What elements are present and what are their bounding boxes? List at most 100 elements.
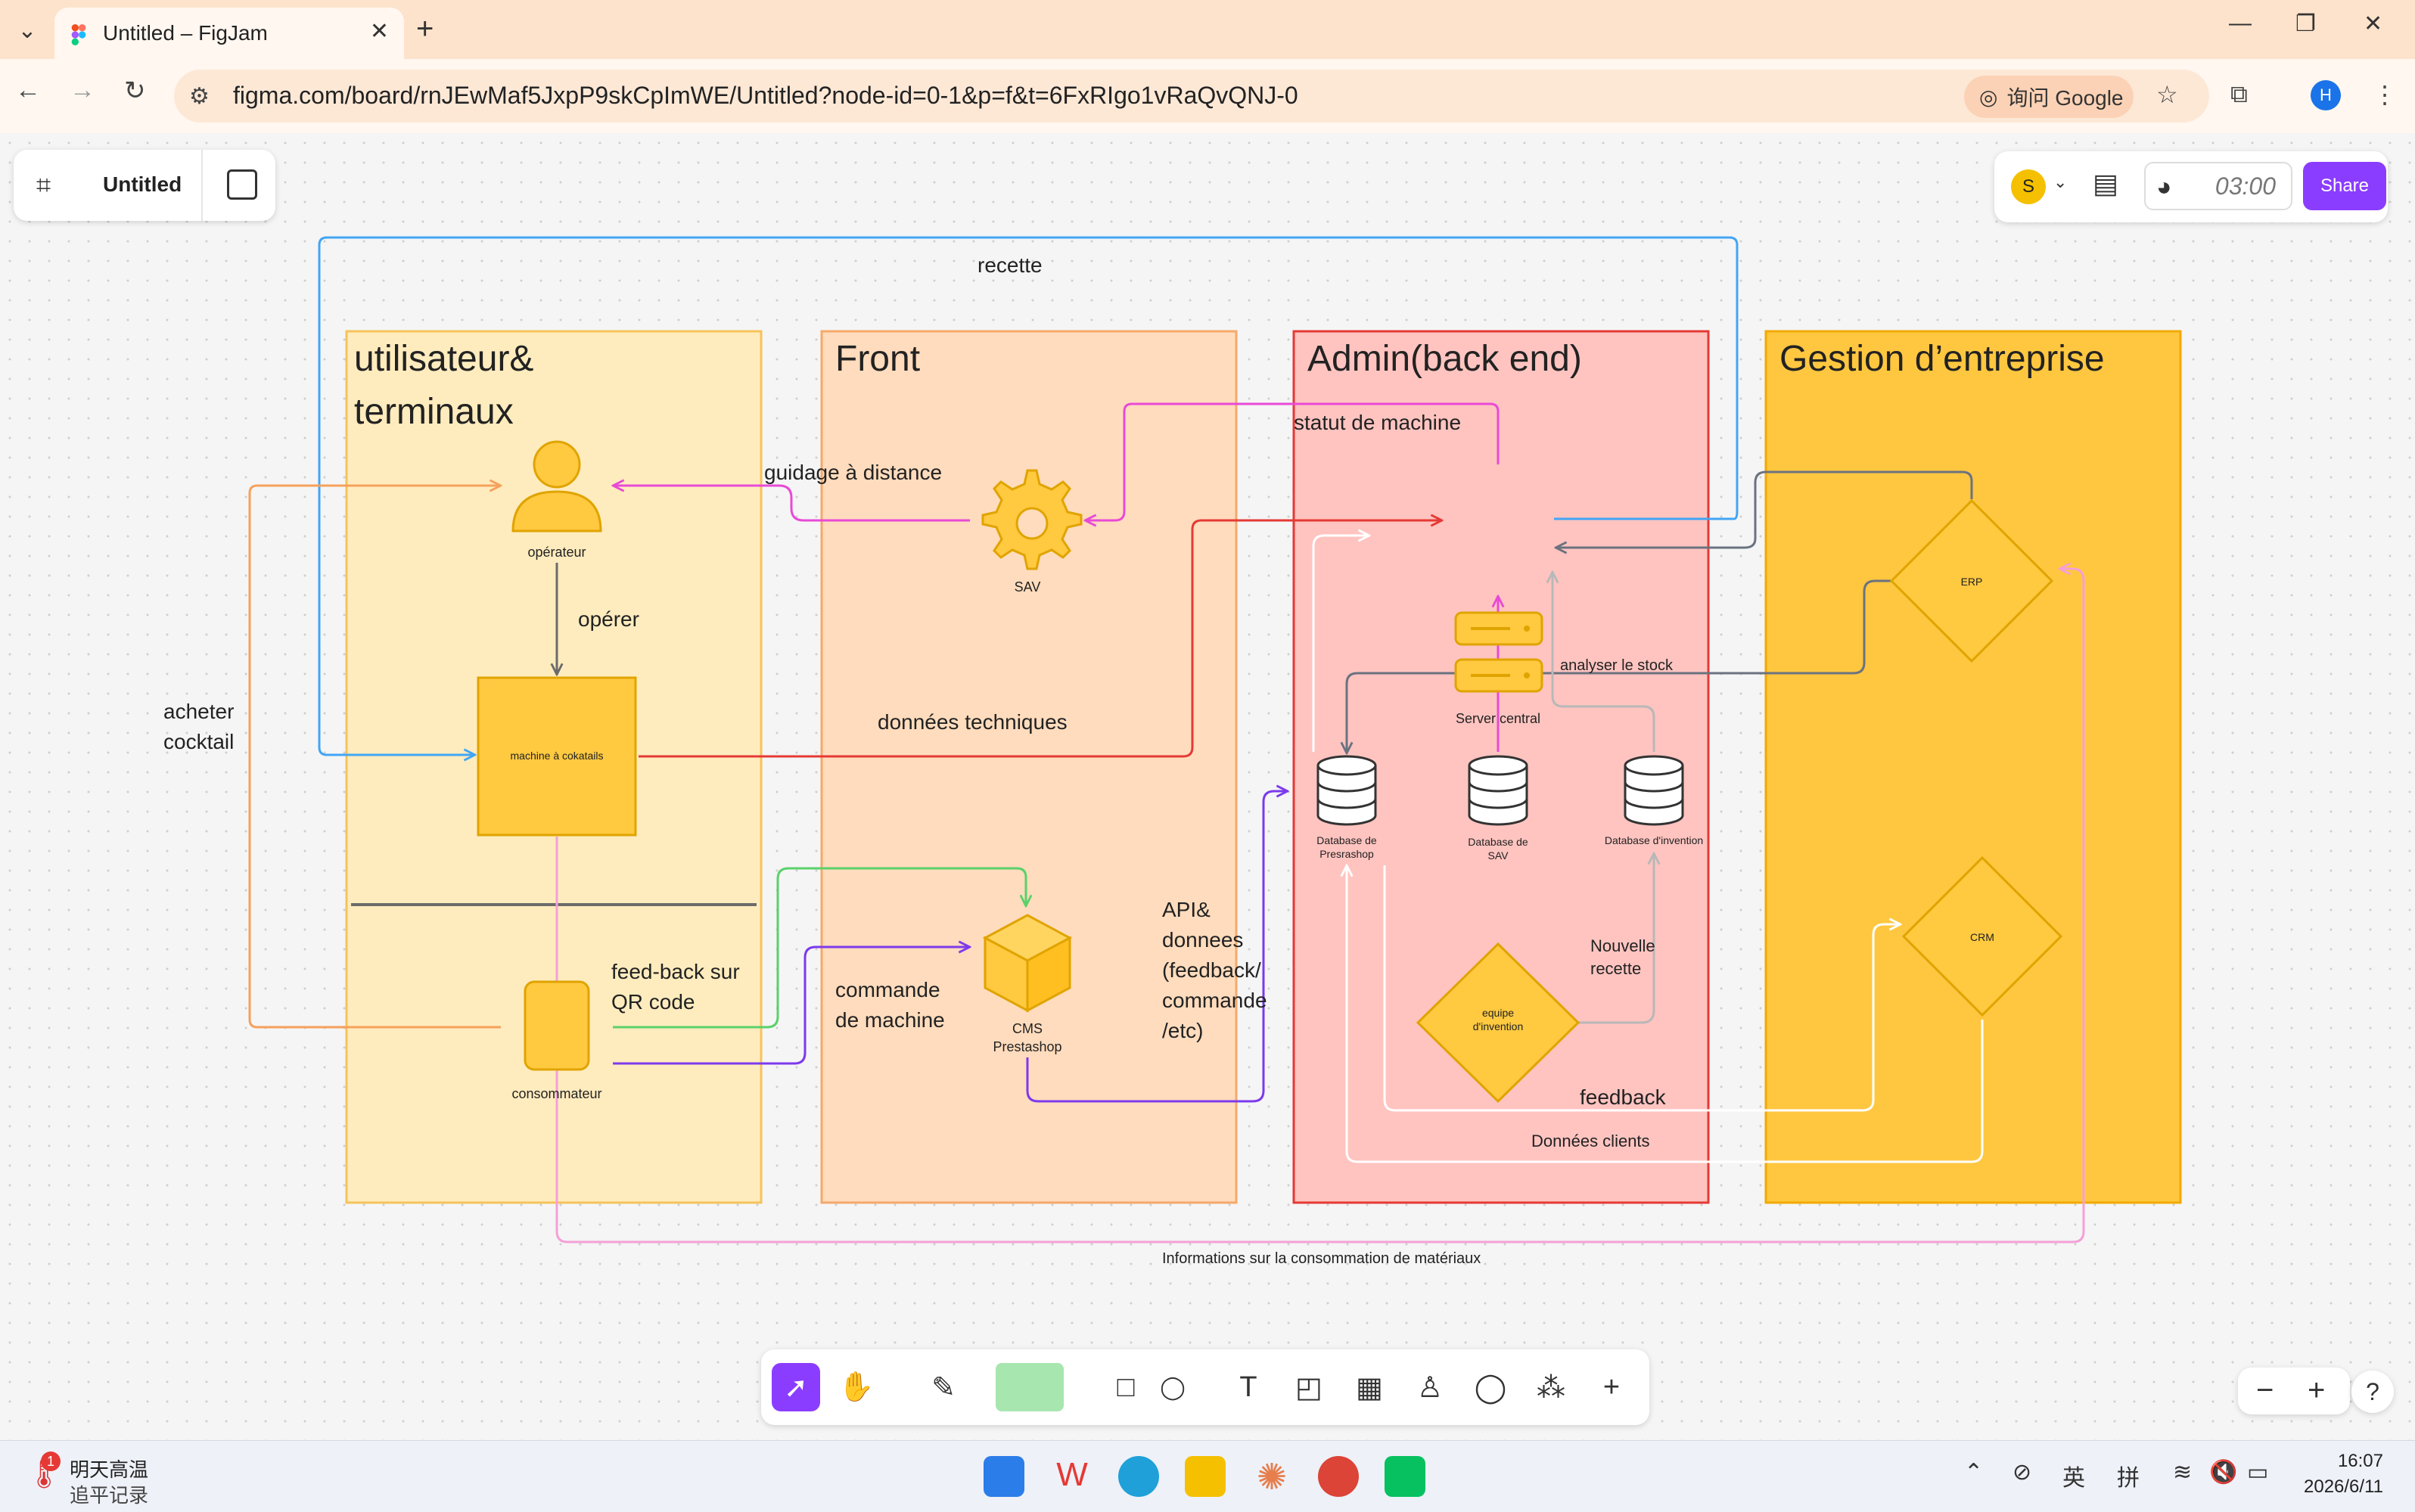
back-icon[interactable]: ← [15,76,41,105]
label-api-5: /etc) [1162,1019,1203,1042]
sav-gear-icon[interactable] [981,469,1083,570]
section-title-gestion: Gestion d’entreprise [1779,339,2105,379]
section-title-front: Front [835,339,920,379]
gear-hole [1015,507,1049,540]
zoom-out-icon[interactable]: − [2256,1374,2274,1408]
widgets-tool-icon[interactable]: ⁂ [1527,1363,1575,1411]
share-button[interactable]: Share [2303,162,2386,210]
volume-muted-icon[interactable]: 🔇 [2209,1459,2237,1486]
section-tool-icon[interactable]: ◰ [1285,1363,1333,1411]
stamp-tool-icon[interactable]: ♙ [1406,1363,1454,1411]
wps-icon[interactable]: W [1052,1456,1092,1497]
section-title-utilisateur: utilisateur& [354,339,533,379]
file-name[interactable]: Untitled [103,172,182,197]
tray-overflow-icon[interactable]: ⌃ [1964,1459,1983,1486]
label-operer: opérer [578,607,639,631]
label-cms-1: CMS [1012,1021,1043,1036]
panel-divider [201,150,203,221]
system-clock[interactable]: 16:07 2026/6/11 [2285,1448,2383,1500]
browser-tab[interactable]: Untitled – FigJam ✕ [54,8,404,59]
database-invention-icon[interactable] [1624,755,1684,826]
site-info-icon[interactable]: ⚙ [189,83,210,110]
comment-tool-icon[interactable]: ◯ [1466,1363,1515,1411]
reload-icon[interactable]: ↻ [124,76,146,106]
timer-display[interactable]: ◕ 03:00 [2144,162,2292,210]
timer-icon: ◕ [2156,172,2172,201]
claude-icon[interactable]: ✺ [1251,1456,1292,1498]
tab-close-icon[interactable]: ✕ [370,18,389,45]
ime-pinyin[interactable]: 拼 [2117,1459,2140,1492]
clock-date: 2026/6/11 [2304,1476,2383,1497]
bookmark-star-icon[interactable]: ☆ [2156,80,2178,109]
label-feedback-qr-2: QR code [611,990,695,1014]
label-guidage: guidage à distance [764,461,942,484]
database-sav-icon[interactable] [1468,755,1528,826]
text-tool-icon[interactable]: T [1224,1363,1273,1411]
sticky-note-tool-icon[interactable] [996,1363,1064,1411]
hand-tool-icon[interactable]: ✋ [832,1363,881,1411]
diagram-board: utilisateur& terminaux Front Admin(back … [163,236,2182,1267]
edge-icon[interactable] [1118,1456,1159,1497]
server-led-top [1524,626,1530,632]
marker-tool-icon[interactable]: ✎ [915,1363,971,1411]
label-feedback: feedback [1580,1085,1667,1109]
tray-app-icon[interactable]: ⊘ [2012,1459,2031,1486]
restore-icon[interactable]: ❐ [2295,11,2316,37]
db-top [1624,755,1684,776]
battery-icon[interactable]: ▭ [2247,1459,2268,1486]
zoom-in-icon[interactable]: + [2308,1374,2325,1408]
server-led-bottom [1524,672,1530,678]
window-close-icon[interactable]: ✕ [2364,11,2382,37]
label-statut: statut de machine [1294,411,1461,434]
shape-tool-icon[interactable]: □ [1102,1363,1150,1411]
label-consommateur: consommateur [511,1086,601,1101]
label-db-sav-2: SAV [1488,849,1509,862]
label-nouvelle-2: recette [1590,959,1641,978]
figjam-canvas[interactable]: utilisateur& terminaux Front Admin(back … [0,133,2415,1440]
help-icon[interactable]: ? [2351,1371,2394,1413]
label-donnees-techniques: données techniques [878,710,1068,734]
pages-icon[interactable] [227,169,257,200]
extensions-icon[interactable]: ⧉ [2230,80,2248,109]
url-text: figma.com/board/rnJEwMaf5JxpP9skCpImWE/U… [233,82,1298,109]
database-presta-icon[interactable] [1316,755,1377,826]
forward-icon[interactable]: → [70,76,95,105]
weather-badge: 1 [41,1451,61,1471]
wifi-icon[interactable]: ≋ [2173,1459,2192,1486]
avatar-dropdown-icon[interactable]: ⌄ [2053,172,2067,192]
weather-line-2: 追平记录 [70,1484,149,1507]
ask-google-button[interactable]: ◎ 询问 Google [1964,76,2134,118]
browser-menu-icon[interactable]: ⋮ [2373,80,2397,109]
chrome-icon[interactable] [1318,1456,1359,1497]
label-acheter: acheter [163,700,234,723]
label-server: Server central [1456,711,1540,726]
ask-google-label: 询问 Google [2006,86,2124,110]
new-tab-button[interactable]: + [416,12,434,46]
consommateur-node[interactable] [524,980,590,1071]
wechat-icon[interactable] [1385,1456,1425,1497]
collaborator-avatar[interactable]: S [2011,169,2046,204]
label-crm: CRM [1970,931,1994,943]
label-api-2: donnees [1162,928,1243,952]
bottom-toolbar: ➚ ✋ ✎ □ ◯ T ◰ ▦ ♙ ◯ ⁂ + [761,1349,1649,1425]
url-field[interactable]: ⚙ figma.com/board/rnJEwMaf5JxpP9skCpImWE… [174,70,2209,123]
more-tools-icon[interactable]: + [1587,1363,1636,1411]
minimize-icon[interactable]: — [2229,11,2252,36]
table-tool-icon[interactable]: ▦ [1345,1363,1394,1411]
file-info-panel: ⌗ Untitled [14,150,275,221]
move-tool-icon[interactable]: ➚ [772,1363,820,1411]
browser-tab-bar: ⌄ Untitled – FigJam ✕ + — ❐ ✕ [0,0,2415,59]
start-menu-icon[interactable] [984,1456,1024,1497]
section-gestion[interactable] [1764,330,2182,1204]
weather-line-1: 明天高温 [70,1458,149,1481]
label-cms-2: Prestashop [993,1039,1061,1054]
ime-english[interactable]: 英 [2062,1459,2085,1492]
layout-icon[interactable]: ▤ [2093,168,2118,200]
connector-tool-icon[interactable]: ◯ [1148,1363,1197,1411]
profile-avatar[interactable]: H [2311,80,2341,110]
tab-list-chevron-icon[interactable]: ⌄ [8,11,47,50]
figjam-menu-icon[interactable]: ⌗ [36,171,51,200]
db-top [1316,755,1377,776]
file-explorer-icon[interactable] [1185,1456,1226,1497]
label-api-3: (feedback/ [1162,958,1261,982]
